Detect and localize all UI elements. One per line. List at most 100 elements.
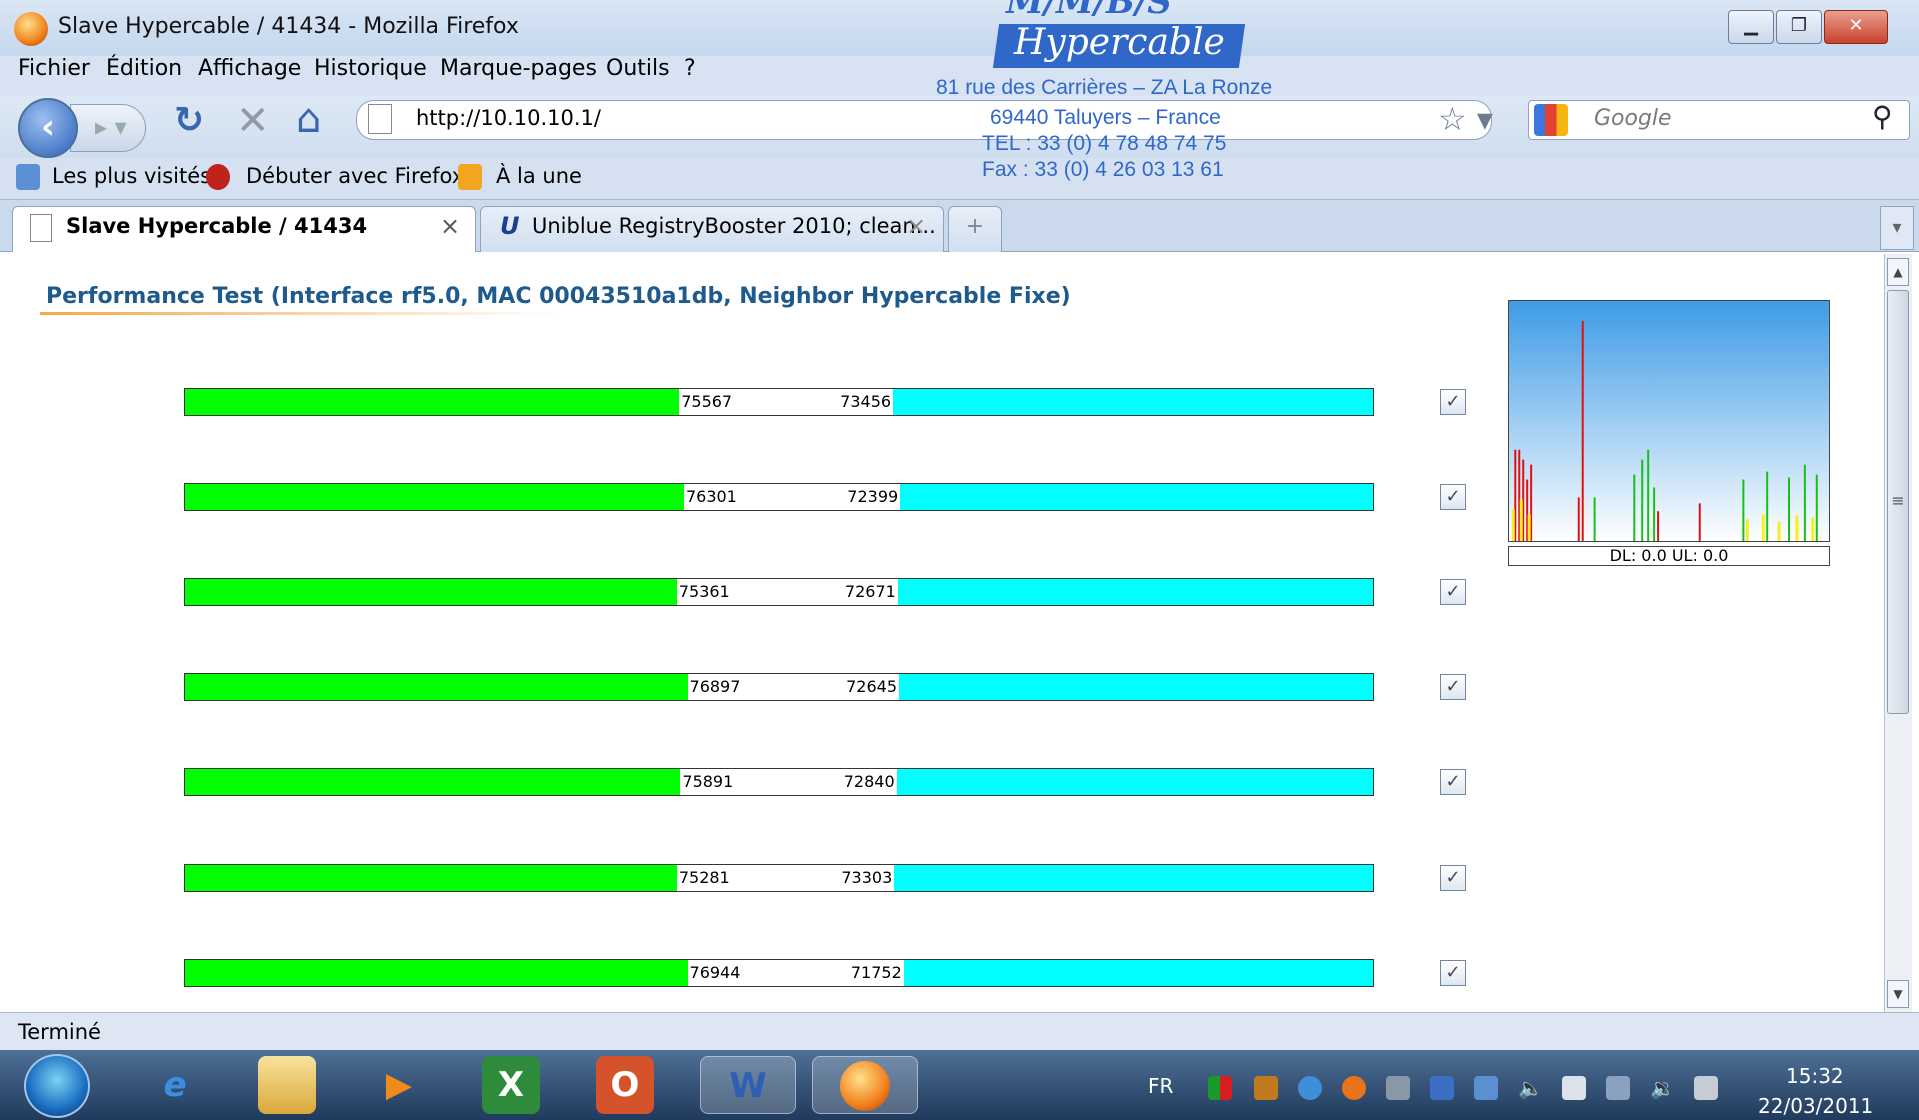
home-icon[interactable]: ⌂ xyxy=(296,96,321,142)
window-title: Slave Hypercable / 41434 - Mozilla Firef… xyxy=(58,14,519,39)
scroll-thumb[interactable]: ≡ xyxy=(1887,290,1909,714)
download-bar-fill xyxy=(185,960,688,986)
tray-app-icon[interactable] xyxy=(1342,1076,1366,1100)
bookmark-headlines[interactable]: À la une xyxy=(496,164,582,188)
page-icon xyxy=(368,104,392,134)
tray-app-icon[interactable] xyxy=(1430,1076,1454,1100)
word-icon[interactable]: W xyxy=(700,1056,796,1114)
watermark-fax: Fax : 33 (0) 4 26 03 13 61 xyxy=(982,158,1224,181)
clock-time[interactable]: 15:32 xyxy=(1786,1064,1844,1088)
status-text: Terminé xyxy=(18,1020,101,1044)
download-value: 76897 xyxy=(689,677,741,696)
speaker-icon[interactable]: 🔉 xyxy=(1650,1076,1675,1100)
power-icon[interactable] xyxy=(1694,1076,1718,1100)
row-checkbox[interactable]: ✓ xyxy=(1440,674,1466,700)
row-checkbox[interactable]: ✓ xyxy=(1440,865,1466,891)
language-indicator[interactable]: FR xyxy=(1148,1074,1173,1098)
list-all-tabs-button[interactable]: ▾ xyxy=(1880,206,1914,250)
tray-app-icon[interactable] xyxy=(1298,1076,1322,1100)
start-button[interactable] xyxy=(24,1054,90,1118)
rss-feed-icon xyxy=(458,164,482,190)
upload-bar-fill xyxy=(894,865,1373,891)
url-text[interactable]: http://10.10.10.1/ xyxy=(416,106,601,130)
restore-button[interactable]: ❐ xyxy=(1776,10,1822,44)
row-checkbox[interactable]: ✓ xyxy=(1440,579,1466,605)
back-button[interactable]: ‹ xyxy=(18,98,78,158)
status-bar xyxy=(0,1012,1919,1052)
menu-affichage[interactable]: Affichage xyxy=(198,56,301,81)
network-icon[interactable] xyxy=(1606,1076,1630,1100)
watermark-address: 81 rue des Carrières – ZA La Ronze xyxy=(936,76,1273,99)
bookmark-getting-started[interactable]: Débuter avec Firefox xyxy=(246,164,464,188)
upload-bar-fill xyxy=(899,674,1373,700)
upload-value: 73303 xyxy=(841,868,893,887)
row-checkbox[interactable]: ✓ xyxy=(1440,960,1466,986)
menu-historique[interactable]: Historique xyxy=(314,56,427,81)
scroll-down-button[interactable]: ▼ xyxy=(1887,980,1909,1008)
excel-icon[interactable]: X xyxy=(482,1056,540,1114)
throughput-bar: 76944 71752 xyxy=(184,959,1374,987)
bookmark-star-icon[interactable]: ☆ ▾ xyxy=(1438,100,1493,138)
bookmark-most-visited[interactable]: Les plus visités xyxy=(52,164,211,188)
throughput-bar: 75361 72671 xyxy=(184,578,1374,606)
outlook-icon[interactable]: O xyxy=(596,1056,654,1114)
explorer-folder-icon[interactable] xyxy=(258,1056,316,1114)
download-value: 75891 xyxy=(682,772,734,791)
download-bar-fill xyxy=(185,769,681,795)
menu-fichier[interactable]: Fichier xyxy=(18,56,90,81)
download-value: 75361 xyxy=(678,582,730,601)
throughput-bar: 75281 73303 xyxy=(184,864,1374,892)
internet-explorer-icon[interactable]: e xyxy=(146,1056,204,1114)
throughput-bar: 75891 72840 xyxy=(184,768,1374,796)
throughput-bar: 75567 73456 xyxy=(184,388,1374,416)
throughput-bar: 76301 72399 xyxy=(184,483,1374,511)
google-engine-icon[interactable] xyxy=(1534,104,1568,136)
search-icon[interactable]: ⚲ xyxy=(1872,100,1893,133)
upload-value: 72645 xyxy=(846,677,897,696)
upload-bar-fill xyxy=(897,579,1373,605)
media-player-icon[interactable]: ▶ xyxy=(370,1056,428,1114)
tray-app-icon[interactable] xyxy=(1386,1076,1410,1100)
getting-started-icon xyxy=(206,164,230,190)
download-bar-fill xyxy=(185,865,677,891)
menu-outils[interactable]: Outils xyxy=(606,56,670,81)
download-value: 75567 xyxy=(681,392,733,411)
page-icon xyxy=(30,214,52,242)
tray-app-icon[interactable] xyxy=(1474,1076,1498,1100)
clock-date[interactable]: 22/03/2011 xyxy=(1758,1094,1873,1118)
search-placeholder[interactable]: Google xyxy=(1594,106,1672,131)
minimize-button[interactable]: ▁ xyxy=(1728,10,1774,44)
close-window-button[interactable]: ✕ xyxy=(1824,10,1888,44)
forward-button[interactable]: ▸ ▾ xyxy=(70,104,146,152)
menu-marque-pages[interactable]: Marque-pages xyxy=(440,56,597,81)
scroll-up-button[interactable]: ▲ xyxy=(1887,258,1909,286)
download-value: 76944 xyxy=(689,963,741,982)
upload-value: 73456 xyxy=(840,392,892,411)
action-center-icon[interactable] xyxy=(1562,1076,1586,1100)
upload-value: 72840 xyxy=(843,772,895,791)
upload-value: 71752 xyxy=(850,963,902,982)
tray-app-icon[interactable] xyxy=(1208,1076,1232,1100)
close-tab-icon[interactable]: × xyxy=(906,212,926,240)
reload-icon[interactable]: ↻ xyxy=(174,100,204,141)
download-value: 76301 xyxy=(685,487,737,506)
firefox-taskbar-icon[interactable] xyxy=(812,1056,918,1114)
watermark-city: 69440 Taluyers – France xyxy=(990,106,1221,129)
volume-icon[interactable]: 🔈 xyxy=(1518,1076,1543,1100)
row-checkbox[interactable]: ✓ xyxy=(1440,484,1466,510)
upload-value: 72671 xyxy=(844,582,896,601)
menu-help[interactable]: ? xyxy=(684,56,696,81)
watermark-logo-top: M/M/B/S xyxy=(1006,0,1172,22)
tray-app-icon[interactable] xyxy=(1254,1076,1278,1100)
throughput-graph xyxy=(1508,300,1830,542)
row-checkbox[interactable]: ✓ xyxy=(1440,769,1466,795)
new-tab-button[interactable]: + xyxy=(948,206,1002,252)
search-box[interactable] xyxy=(1528,100,1910,140)
close-tab-icon[interactable]: × xyxy=(440,212,460,240)
tab-label[interactable]: Uniblue RegistryBooster 2010; clean... xyxy=(532,214,936,238)
tab-label[interactable]: Slave Hypercable / 41434 xyxy=(66,214,367,238)
row-checkbox[interactable]: ✓ xyxy=(1440,389,1466,415)
uniblue-icon: U xyxy=(500,212,520,240)
menu-edition[interactable]: Édition xyxy=(106,56,182,81)
stop-icon[interactable]: ✕ xyxy=(236,98,270,144)
